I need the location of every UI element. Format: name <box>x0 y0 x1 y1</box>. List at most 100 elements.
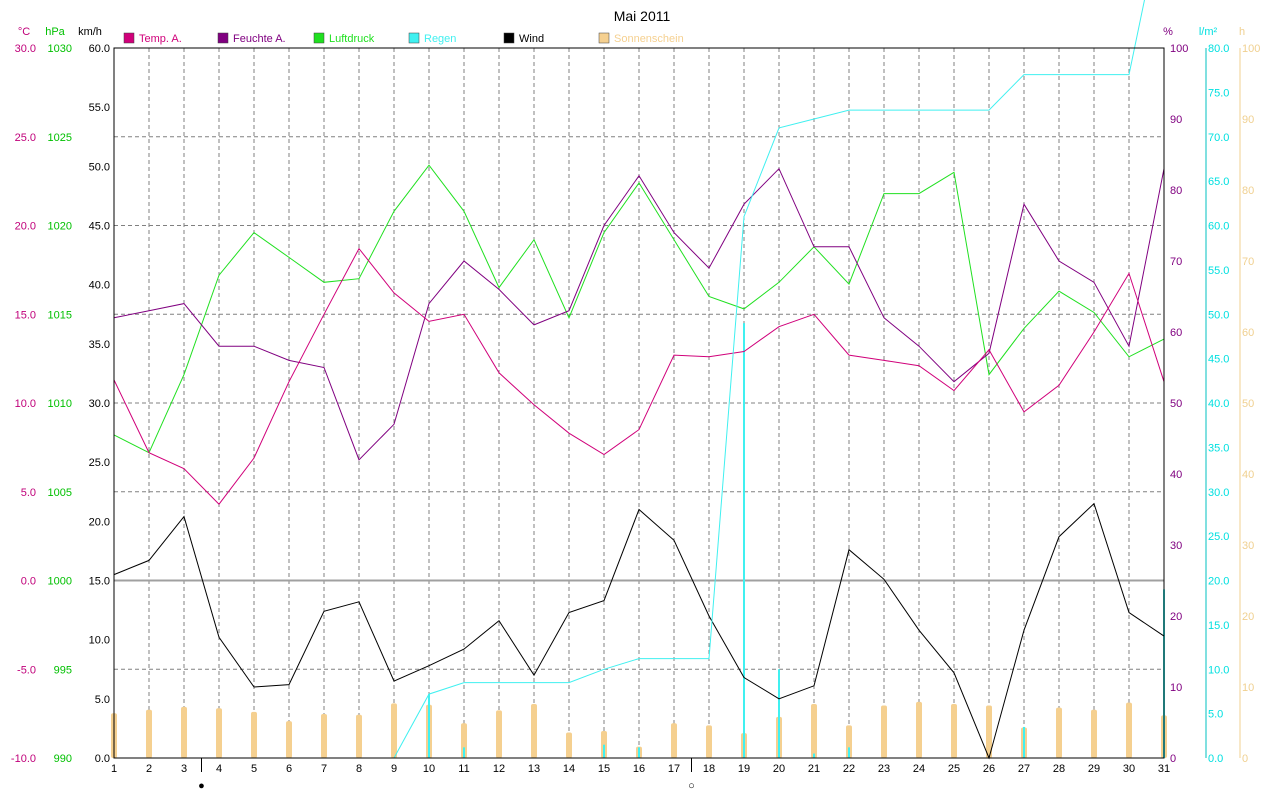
rain-axis-tick-label: 70.0 <box>1208 132 1229 144</box>
humidity-axis-tick-label: 0 <box>1170 753 1176 765</box>
x-tick-label: 16 <box>633 763 645 775</box>
rain-axis-tick-label: 20.0 <box>1208 576 1229 588</box>
pressure-axis-tick-label: 995 <box>54 664 72 676</box>
rain-axis-tick-label: 45.0 <box>1208 354 1229 366</box>
sunshine-bar <box>1126 702 1132 758</box>
sunshine-bar <box>251 711 257 758</box>
sunshine-bar <box>321 713 327 758</box>
temp-axis-tick-label: 30.0 <box>15 43 36 55</box>
sunshine-bar <box>1056 707 1062 758</box>
x-tick-label: 30 <box>1123 763 1135 775</box>
sun-axis-tick-label: 40 <box>1242 469 1254 481</box>
legend-swatch <box>217 32 229 44</box>
rain-axis-tick-label: 25.0 <box>1208 531 1229 543</box>
temp-unit-label: °C <box>18 26 30 38</box>
rain-axis-tick-label: 5.0 <box>1208 709 1223 721</box>
sunshine-bar <box>356 714 362 758</box>
legend: Temp. A. Feuchte A. Luftdruck Regen Wind Sonn… <box>123 32 684 45</box>
rain-bar <box>463 747 465 758</box>
weather-chart: Mai 2011 -10.0-5.00.05.010.015.020.025.0… <box>11 0 1260 792</box>
sun-axis-tick-label: 50 <box>1242 398 1254 410</box>
sunshine-bar <box>1091 709 1097 758</box>
x-tick-label: 7 <box>321 763 327 775</box>
wind-axis-tick-label: 30.0 <box>89 398 110 410</box>
x-tick-label: 12 <box>493 763 505 775</box>
x-tick-label: 13 <box>528 763 540 775</box>
wind-axis-tick-label: 25.0 <box>89 457 110 469</box>
sun-axis-tick-label: 60 <box>1242 327 1254 339</box>
rain-axis-tick-label: 75.0 <box>1208 87 1229 99</box>
x-tick-label: 25 <box>948 763 960 775</box>
humidity-axis-tick-label: 50 <box>1170 398 1182 410</box>
sun-unit-label: h <box>1239 26 1245 38</box>
x-tick-label: 26 <box>983 763 995 775</box>
wind-axis-tick-label: 15.0 <box>89 576 110 588</box>
legend-swatch <box>123 32 135 44</box>
pressure-unit-label: hPa <box>45 26 65 38</box>
sun-axis-tick-label: 10 <box>1242 682 1254 694</box>
x-tick-label: 3 <box>181 763 187 775</box>
legend-label: Temp. A. <box>139 33 182 45</box>
sunshine-bar <box>706 725 712 758</box>
legend-label: Feuchte A. <box>233 33 286 45</box>
x-tick-label: 22 <box>843 763 855 775</box>
humidity-unit-label: % <box>1163 26 1173 38</box>
x-tick-label: 28 <box>1053 763 1065 775</box>
rain-bar <box>848 747 850 758</box>
temp-axis-tick-label: -10.0 <box>11 753 36 765</box>
x-tick-label: 1 <box>111 763 117 775</box>
rain-axis-tick-label: 65.0 <box>1208 176 1229 188</box>
axes: -10.0-5.00.05.010.015.020.025.030.099099… <box>11 26 1260 775</box>
sun-axis-tick-label: 0 <box>1242 753 1248 765</box>
grid <box>114 48 1164 758</box>
rain-axis-tick-label: 0.0 <box>1208 753 1223 765</box>
sunshine-bar <box>286 721 292 758</box>
wind-axis-tick-label: 10.0 <box>89 635 110 647</box>
temp-axis-tick-label: 25.0 <box>15 132 36 144</box>
x-tick-label: 4 <box>216 763 222 775</box>
legend-swatch <box>408 32 420 44</box>
x-tick-label: 8 <box>356 763 362 775</box>
wind-axis-tick-label: 35.0 <box>89 339 110 351</box>
sunshine-bar <box>146 709 152 758</box>
x-tick-label: 27 <box>1018 763 1030 775</box>
x-tick-label: 19 <box>738 763 750 775</box>
rain-axis-tick-label: 50.0 <box>1208 309 1229 321</box>
x-tick-label: 18 <box>703 763 715 775</box>
humidity-axis-tick-label: 70 <box>1170 256 1182 268</box>
humidity-axis-tick-label: 60 <box>1170 327 1182 339</box>
pressure-axis-tick-label: 990 <box>54 753 72 765</box>
wind-axis-tick-label: 50.0 <box>89 161 110 173</box>
x-tick-label: 20 <box>773 763 785 775</box>
sunshine-bar <box>811 704 817 758</box>
sunshine-bar <box>916 701 922 758</box>
rain-bar <box>1023 726 1025 758</box>
x-tick-label: 9 <box>391 763 397 775</box>
legend-swatch <box>503 32 515 44</box>
legend-label: Sonnenschein <box>614 33 684 45</box>
wind-axis-tick-label: 40.0 <box>89 280 110 292</box>
sunshine-bar <box>181 706 187 758</box>
pressure-axis-tick-label: 1010 <box>48 398 72 410</box>
rain-axis-tick-label: 10.0 <box>1208 664 1229 676</box>
wind-axis-tick-label: 60.0 <box>89 43 110 55</box>
pressure-axis-tick-label: 1025 <box>48 132 72 144</box>
sun-axis-tick-label: 20 <box>1242 611 1254 623</box>
rain-bar <box>428 694 430 758</box>
sun-axis-tick-label: 70 <box>1242 256 1254 268</box>
humidity-axis-tick-label: 20 <box>1170 611 1182 623</box>
x-tick-label: 17 <box>668 763 680 775</box>
x-tick-label: 2 <box>146 763 152 775</box>
temp-axis-tick-label: 20.0 <box>15 221 36 233</box>
x-tick-label: 15 <box>598 763 610 775</box>
wind-axis-tick-label: 55.0 <box>89 102 110 114</box>
temp-axis-tick-label: 5.0 <box>21 487 36 499</box>
wind-axis-tick-label: 45.0 <box>89 221 110 233</box>
x-tick-label: 10 <box>423 763 435 775</box>
rain-bar <box>743 323 745 758</box>
pressure-axis-tick-label: 1000 <box>48 576 72 588</box>
x-tick-label: 11 <box>458 763 469 775</box>
legend-swatch <box>598 32 610 44</box>
pressure-axis-tick-label: 1005 <box>48 487 72 499</box>
rain-axis-tick-label: 80.0 <box>1208 43 1229 55</box>
